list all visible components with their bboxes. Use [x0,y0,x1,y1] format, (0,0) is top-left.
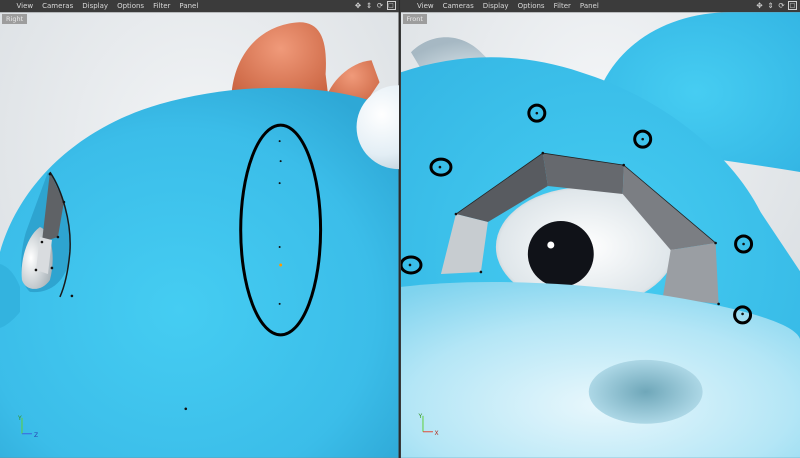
zoom-icon[interactable]: ⇕ [365,1,374,10]
viewport-menubar: View Cameras Display Options Filter Pane… [0,0,399,12]
modeling-app: View Cameras Display Options Filter Pane… [0,0,800,458]
menu-options[interactable]: Options [513,0,549,12]
selected-vertex [279,263,283,267]
menu-display[interactable]: Display [478,0,513,12]
axis-x-label: X [434,430,439,437]
scene-right-view [0,12,399,458]
menu-view[interactable]: View [413,0,439,12]
viewport-right[interactable]: View Cameras Display Options Filter Pane… [0,0,399,458]
eye-highlight [546,241,554,249]
rotate-icon[interactable]: ⟳ [777,1,786,10]
pupil [527,221,594,287]
axis-y-label: Y [418,413,423,420]
scene-front-view [400,12,800,458]
menu-options[interactable]: Options [113,0,149,12]
menu-panel[interactable]: Panel [575,0,603,12]
maximize-icon[interactable]: □ [386,1,396,10]
menu-cameras[interactable]: Cameras [438,0,478,12]
nostril [588,359,703,424]
menu-panel[interactable]: Panel [175,0,203,12]
zoom-icon[interactable]: ⇕ [766,1,775,10]
axis-y-label: Y [18,415,22,422]
viewport-menubar: View Cameras Display Options Filter Pane… [400,0,800,12]
menu-filter[interactable]: Filter [149,0,175,12]
view-nav-icons: ✥ ⇕ ⟳ □ [755,1,797,10]
viewport-front[interactable]: View Cameras Display Options Filter Pane… [400,0,800,458]
viewport-label: Front [402,14,427,24]
maximize-icon[interactable]: □ [788,1,797,10]
move-icon[interactable]: ✥ [755,1,764,10]
view-nav-icons: ✥ ⇕ ⟳ □ [354,1,396,10]
menu-filter[interactable]: Filter [549,0,575,12]
axis-z-label: Z [34,432,39,439]
menu-view[interactable]: View [12,0,38,12]
viewport-label: Right [2,14,28,24]
menu-display[interactable]: Display [78,0,113,12]
move-icon[interactable]: ✥ [354,1,363,10]
viewport-divider[interactable] [398,0,400,458]
rotate-icon[interactable]: ⟳ [376,1,385,10]
menu-cameras[interactable]: Cameras [38,0,78,12]
